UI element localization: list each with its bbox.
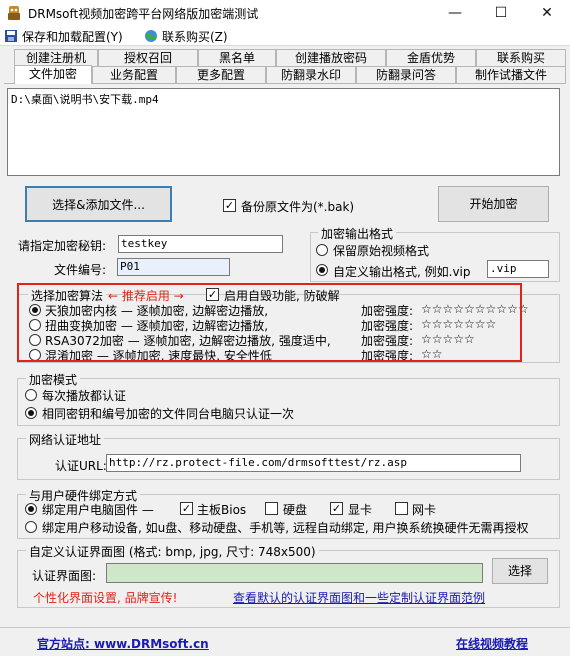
example-link[interactable]: 查看默认的认证界面图和一些定制认证界面范例 [233,589,485,606]
app-icon [8,6,20,20]
official-site-link[interactable]: 官方站点: www.DRMsoft.cn [37,635,209,652]
output-format-legend: 加密输出格式 [318,225,397,242]
disk-checkbox[interactable] [265,502,278,515]
video-tutorial-link[interactable]: 在线视频教程 [456,635,528,652]
auth-image-input[interactable] [106,563,483,583]
hardware-radio-pc[interactable] [25,503,37,515]
strength-stars: ☆☆☆☆☆☆☆ [421,317,497,331]
hardware-label-mobile: 绑定用户移动设备, 如u盘、移动硬盘、手机等, 远程自动绑定, 用户换系统换硬件… [42,521,529,535]
file-list[interactable]: D:\桌面\说明书\安下载.mp4 [7,88,560,176]
algorithm-label-obfuscate: 混淆加密 — 逐帧加密, 速度最快, 安全性低 [45,349,272,363]
algorithm-radio-rsa[interactable] [29,334,41,346]
tab-file-encrypt[interactable]: 文件加密 [14,65,92,84]
url-label: 认证URL: [55,459,107,473]
self-destruct-checkbox[interactable]: ✓ [206,288,219,301]
tab-advantages[interactable]: 金盾优势 [386,49,476,66]
backup-label: 备份原文件为(*.bak) [241,200,355,214]
hardware-radio-mobile[interactable] [25,521,37,533]
window-title: DRMsoft视频加密跨平台网络版加密端测试 [28,7,259,21]
custom-format-radio[interactable] [316,264,328,276]
tab-contact-buy[interactable]: 联系购买 [476,49,566,66]
strength-stars: ☆☆☆☆☆ [421,332,475,346]
tab-blacklist[interactable]: 黑名单 [198,49,276,66]
bios-checkbox[interactable]: ✓ [180,502,193,515]
gpu-label: 显卡 [348,503,373,517]
key-label: 请指定加密秘钥: [18,239,107,253]
mode-radio-each[interactable] [25,389,37,401]
tab-business-config[interactable]: 业务配置 [92,66,176,83]
select-image-button[interactable]: 选择 [492,558,548,584]
mode-radio-same[interactable] [25,407,37,419]
gpu-checkbox[interactable]: ✓ [330,502,343,515]
maximize-button[interactable]: ☐ [478,0,524,26]
promo-text: 个性化界面设置, 品牌宣传! [33,591,178,605]
keep-format-label: 保留原始视频格式 [333,244,430,258]
mode-label-each: 每次播放都认证 [42,389,127,403]
mode-label-same: 相同密钥和编号加密的文件同台电脑只认证一次 [42,407,295,421]
backup-checkbox[interactable]: ✓ [223,199,236,212]
tab-more-config[interactable]: 更多配置 [176,66,266,83]
disk-label: 硬盘 [283,503,308,517]
tab-auth-recall[interactable]: 授权召回 [98,49,198,66]
globe-icon [145,30,157,42]
file-number-input[interactable]: P01 [117,258,230,276]
tab-anti-copy-qa[interactable]: 防翻录问答 [356,66,456,83]
tab-watermark[interactable]: 防翻录水印 [266,66,356,83]
hardware-label-pc: 绑定用户电脑固件 — [42,503,154,517]
menu-buy-label: 联系购买(Z) [162,29,228,44]
file-list-item[interactable]: D:\桌面\说明书\安下载.mp4 [11,91,159,107]
floppy-disk-icon [5,30,17,42]
tab-create-keygen[interactable]: 创建注册机 [14,49,98,66]
key-input[interactable]: testkey [118,235,283,253]
nic-label: 网卡 [412,503,437,517]
footer-divider [0,627,570,628]
keep-format-radio[interactable] [316,244,328,256]
network-legend: 网络认证地址 [26,431,105,448]
nic-checkbox[interactable] [395,502,408,515]
title-bar: DRMsoft视频加密跨平台网络版加密端测试 — ☐ ✕ [0,0,570,26]
algorithm-radio-tianlang[interactable] [29,304,41,316]
auth-image-label: 认证界面图: [32,569,97,583]
choose-file-button[interactable]: 选择&添加文件... [25,186,172,222]
algorithm-radio-twist[interactable] [29,319,41,331]
mode-legend: 加密模式 [26,371,81,388]
strength-stars: ☆☆ [421,347,443,361]
file-number-label: 文件编号: [54,263,107,277]
menu-save-config[interactable]: 保存和加载配置(Y) [4,28,123,44]
minimize-button[interactable]: — [432,0,478,26]
close-button[interactable]: ✕ [524,0,570,26]
strength-stars: ☆☆☆☆☆☆☆☆☆☆ [421,302,529,316]
menu-bar: 保存和加载配置(Y) 联系购买(Z) [0,26,570,46]
auth-image-legend: 自定义认证界面图 (格式: bmp, jpg, 尺寸: 748x500) [26,543,319,560]
menu-save-label: 保存和加载配置(Y) [22,29,123,44]
strength-label: 加密强度: [361,349,414,363]
bios-label: 主板Bios [197,503,247,517]
custom-format-input[interactable]: .vip [487,260,549,278]
algorithm-radio-obfuscate[interactable] [29,349,41,361]
start-encrypt-button[interactable]: 开始加密 [438,186,549,222]
custom-format-label: 自定义输出格式, 例如.vip [333,265,471,279]
tab-create-play-password[interactable]: 创建播放密码 [276,49,386,66]
url-input[interactable]: http://rz.protect-file.com/drmsofttest/r… [106,454,521,472]
tab-trial-file[interactable]: 制作试播文件 [456,66,566,83]
menu-contact-buy[interactable]: 联系购买(Z) [144,28,228,44]
